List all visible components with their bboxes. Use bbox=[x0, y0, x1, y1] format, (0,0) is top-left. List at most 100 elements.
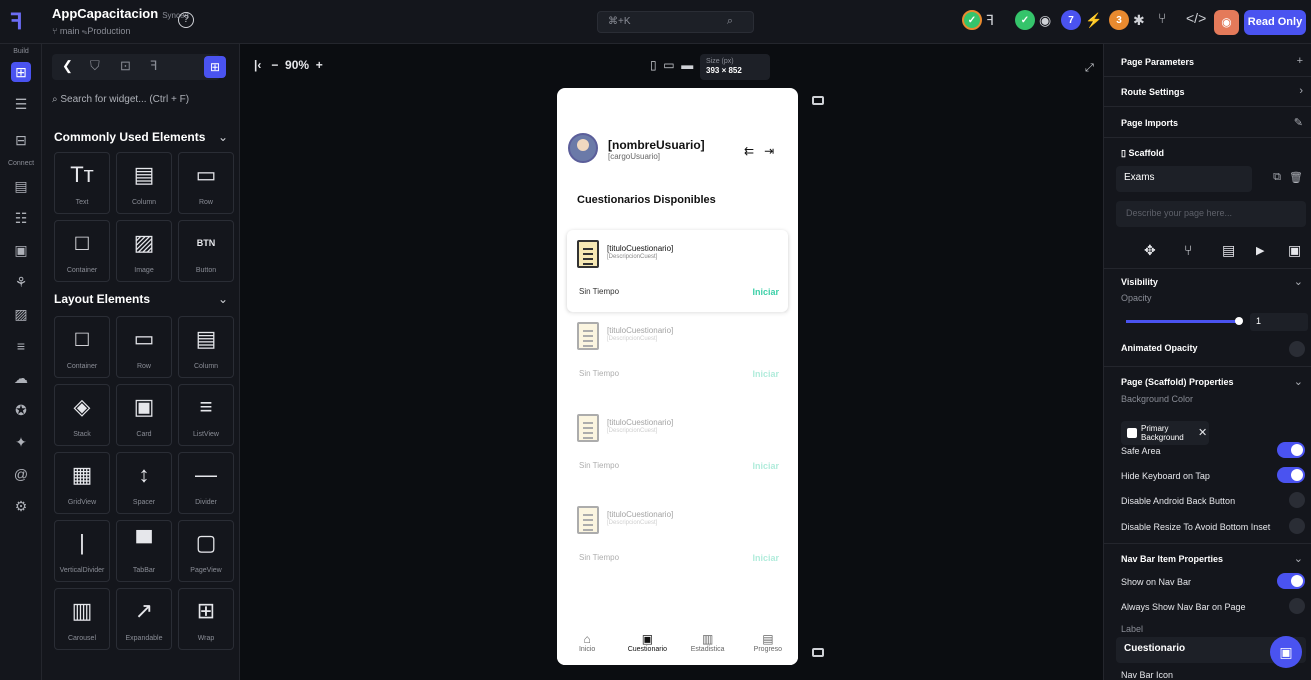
flutterflow-tab-icon[interactable]: ꟻ bbox=[150, 58, 157, 74]
chevron-down-icon[interactable]: ⌄ bbox=[1294, 552, 1303, 565]
visibility-header[interactable]: Visibility bbox=[1121, 277, 1158, 287]
user-avatar[interactable] bbox=[568, 133, 598, 163]
widget-tile-expandable[interactable]: ↗ Expandable bbox=[116, 588, 172, 650]
copy-icon[interactable]: ⧉ bbox=[1273, 171, 1281, 184]
widget-search-input[interactable]: ⌕ Search for widget... (Ctrl + F) bbox=[52, 94, 189, 105]
widget-tile-pageview[interactable]: ▢ PageView bbox=[178, 520, 234, 582]
branch-info[interactable]: ⑂ main ✎Production bbox=[52, 26, 130, 36]
opacity-value[interactable]: 1 bbox=[1250, 313, 1308, 331]
ff-pro-badge[interactable]: ✓ ꟻ bbox=[962, 10, 994, 30]
widget-tile-card[interactable]: ▣ Card bbox=[116, 384, 172, 446]
nav-item-progreso[interactable]: ▤ Progreso bbox=[740, 628, 796, 665]
tasks-badge[interactable]: 7 ⚡ bbox=[1061, 10, 1102, 30]
page-imports-header[interactable]: Page Imports bbox=[1121, 118, 1178, 128]
media-assets-icon[interactable]: ▨ bbox=[11, 304, 31, 324]
page-name-input[interactable]: Exams bbox=[1116, 166, 1252, 192]
list-tab-icon[interactable]: ▤ bbox=[1222, 242, 1235, 259]
hide-keyboard-toggle[interactable] bbox=[1277, 467, 1305, 483]
quiz-card[interactable]: [tituloCuestionario] [DescripcionCuest] Si… bbox=[567, 404, 788, 486]
widget-tile-button[interactable]: BTN Button bbox=[178, 220, 234, 282]
phone-preview[interactable]: [nombreUsuario] [cargoUsuario] ⇇ ⇥ Cuest… bbox=[557, 88, 798, 665]
appbar-toggle-icon[interactable] bbox=[812, 96, 824, 105]
user-role-text[interactable]: [cargoUsuario] bbox=[608, 152, 660, 161]
delete-icon[interactable]: 🗑 bbox=[1289, 171, 1303, 184]
logout-icon[interactable]: ⇥ bbox=[764, 144, 774, 158]
flutterflow-logo-icon[interactable]: ꟻ bbox=[10, 10, 34, 34]
widget-tile-wrap[interactable]: ⊞ Wrap bbox=[178, 588, 234, 650]
canvas-size-display[interactable]: Size (px) 393 × 852 bbox=[700, 54, 770, 80]
widget-tile-image[interactable]: ▨ Image bbox=[116, 220, 172, 282]
chevron-right-icon[interactable]: › bbox=[1299, 85, 1303, 97]
chevron-down-icon[interactable]: ⌄ bbox=[218, 292, 228, 306]
start-quiz-button[interactable]: Iniciar bbox=[752, 553, 779, 563]
integrations-icon[interactable]: ⚘ bbox=[11, 272, 31, 292]
tablet-icon[interactable]: ▭ bbox=[663, 58, 674, 72]
api-calls-icon[interactable]: ▣ bbox=[11, 240, 31, 260]
chevron-down-icon[interactable]: ⌄ bbox=[1294, 375, 1303, 388]
background-color-chip[interactable]: Primary Background bbox=[1121, 421, 1209, 445]
chevron-down-icon[interactable]: ⌄ bbox=[1294, 275, 1303, 288]
play-icon[interactable]: ▶ bbox=[1256, 244, 1264, 257]
marketplace-icon[interactable]: ✦ bbox=[11, 432, 31, 452]
widget-tile-tabbar[interactable]: ▀ TabBar bbox=[116, 520, 172, 582]
nav-item-cuestionario[interactable]: ▣ Cuestionario bbox=[619, 628, 675, 665]
branch-button[interactable]: ⑂ bbox=[1158, 10, 1166, 26]
show-nav-toggle[interactable] bbox=[1277, 573, 1305, 589]
start-quiz-button[interactable]: Iniciar bbox=[752, 369, 779, 379]
shield-tab-icon[interactable]: ⛉ bbox=[90, 58, 100, 74]
edit-icon[interactable]: ✎ bbox=[1294, 116, 1303, 129]
document-tab-icon[interactable]: ▣ bbox=[1288, 242, 1301, 259]
widget-tile-stack[interactable]: ◈ Stack bbox=[54, 384, 110, 446]
section-title[interactable]: Cuestionarios Disponibles bbox=[577, 194, 716, 206]
widget-tile-row[interactable]: ▭ Row bbox=[116, 316, 172, 378]
reply-all-icon[interactable]: ⇇ bbox=[744, 144, 754, 158]
widget-tile-gridview[interactable]: ▦ GridView bbox=[54, 452, 110, 514]
add-widget-button[interactable]: ⊞ bbox=[204, 56, 226, 78]
desktop-icon[interactable]: ▬ bbox=[681, 58, 693, 72]
branch-tab-icon[interactable]: ⑂ bbox=[1184, 242, 1192, 258]
navbar-toggle-icon[interactable] bbox=[812, 648, 824, 657]
page-parameters-header[interactable]: Page Parameters bbox=[1121, 57, 1194, 67]
read-only-button[interactable]: Read Only bbox=[1244, 10, 1306, 35]
always-show-nav-toggle[interactable] bbox=[1289, 598, 1305, 614]
widget-tile-container[interactable]: □ Container bbox=[54, 316, 110, 378]
storyboard-icon[interactable]: ▤ bbox=[11, 176, 31, 196]
animated-opacity-toggle[interactable] bbox=[1289, 341, 1305, 357]
quiz-card[interactable]: [tituloCuestionario] [DescripcionCuest] Si… bbox=[567, 496, 788, 578]
opacity-slider[interactable] bbox=[1126, 317, 1243, 325]
phone-icon[interactable]: ▯ bbox=[650, 58, 657, 72]
custom-code-icon[interactable]: @ bbox=[11, 464, 31, 484]
start-quiz-button[interactable]: Iniciar bbox=[752, 461, 779, 471]
preview-eye-button[interactable]: ◉ bbox=[1214, 10, 1239, 35]
nav-item-inicio[interactable]: ⌂ Inicio bbox=[559, 628, 615, 665]
user-name-text[interactable]: [nombreUsuario] bbox=[608, 138, 705, 152]
safe-area-toggle[interactable] bbox=[1277, 442, 1305, 458]
add-icon[interactable]: + bbox=[1297, 55, 1303, 67]
code-button[interactable]: </> bbox=[1186, 10, 1206, 26]
widget-tile-listview[interactable]: ≡ ListView bbox=[178, 384, 234, 446]
disable-back-toggle[interactable] bbox=[1289, 492, 1305, 508]
widget-tile-container[interactable]: □ Container bbox=[54, 220, 110, 282]
nav-item-estadistica[interactable]: ▥ Estadistica bbox=[680, 628, 736, 665]
collapse-panel-icon[interactable]: |‹ bbox=[254, 58, 261, 72]
widget-tile-spacer[interactable]: ↕ Spacer bbox=[116, 452, 172, 514]
bugs-badge[interactable]: 3 ✱ bbox=[1109, 10, 1145, 30]
widget-tile-column[interactable]: ▤ Column bbox=[116, 152, 172, 214]
fit-canvas-icon[interactable]: ⤢ bbox=[1085, 62, 1094, 75]
commonly-used-header[interactable]: Commonly Used Elements bbox=[54, 130, 205, 144]
support-chat-button[interactable]: ▣ bbox=[1270, 636, 1302, 668]
route-settings-header[interactable]: Route Settings bbox=[1121, 87, 1185, 97]
widget-tile-carousel[interactable]: ▥ Carousel bbox=[54, 588, 110, 650]
widget-tile-divider[interactable]: — Divider bbox=[178, 452, 234, 514]
back-icon[interactable]: ❮ bbox=[62, 58, 73, 74]
components-icon[interactable]: ⊟ bbox=[11, 130, 31, 150]
quiz-card[interactable]: [tituloCuestionario] [DescripcionCuest] Si… bbox=[567, 230, 788, 312]
widget-tile-verticaldivider[interactable]: | VerticalDivider bbox=[54, 520, 110, 582]
widget-tile-text[interactable]: Tт Text bbox=[54, 152, 110, 214]
quiz-card[interactable]: [tituloCuestionario] [DescripcionCuest] Si… bbox=[567, 312, 788, 394]
theme-icon[interactable]: ≡ bbox=[11, 336, 31, 356]
agent-badge[interactable]: ✓ ◉ bbox=[1015, 10, 1051, 30]
widget-tile-row[interactable]: ▭ Row bbox=[178, 152, 234, 214]
layout-elements-header[interactable]: Layout Elements bbox=[54, 292, 150, 306]
scaffold-properties-header[interactable]: Page (Scaffold) Properties bbox=[1121, 377, 1234, 387]
